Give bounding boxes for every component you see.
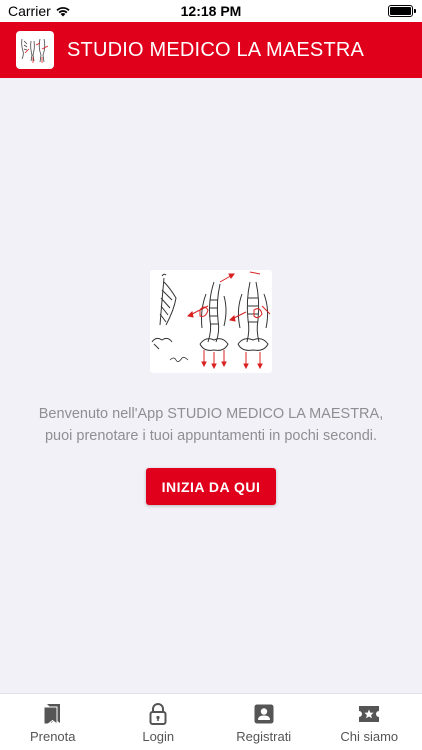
welcome-message: Benvenuto nell'App STUDIO MEDICO LA MAES…	[0, 403, 422, 447]
app-header: STUDIO MEDICO LA MAESTRA	[0, 22, 422, 78]
page-title: STUDIO MEDICO LA MAESTRA	[67, 38, 365, 61]
ticket-star-icon	[358, 703, 380, 725]
tab-registrati[interactable]: Registrati	[211, 694, 317, 750]
tab-prenota[interactable]: Prenota	[0, 694, 106, 750]
welcome-line-2: puoi prenotare i tuoi appuntamenti in po…	[44, 428, 378, 444]
tab-login[interactable]: Login	[106, 694, 212, 750]
spine-illustration	[150, 270, 272, 373]
tab-label-login: Login	[142, 729, 175, 744]
battery-icon	[388, 5, 416, 17]
bookmarks-icon	[42, 703, 64, 725]
tab-label-prenota: Prenota	[29, 729, 76, 744]
contact-card-icon	[253, 703, 275, 725]
tab-bar: Prenota Login Registrati Chi siamo	[0, 693, 422, 750]
clock: 12:18 PM	[180, 3, 242, 19]
app-logo	[16, 31, 54, 69]
main-content: Benvenuto nell'App STUDIO MEDICO LA MAES…	[0, 78, 422, 693]
tab-label-chi-siamo: Chi siamo	[340, 729, 399, 744]
tab-label-registrati: Registrati	[236, 729, 292, 744]
status-bar: Carrier 12:18 PM	[0, 0, 422, 22]
tab-chi-siamo[interactable]: Chi siamo	[317, 694, 422, 750]
lock-icon	[147, 703, 169, 725]
welcome-line-1: Benvenuto nell'App STUDIO MEDICO LA MAES…	[38, 406, 384, 422]
start-button[interactable]: INIZIA DA QUI	[146, 468, 276, 505]
